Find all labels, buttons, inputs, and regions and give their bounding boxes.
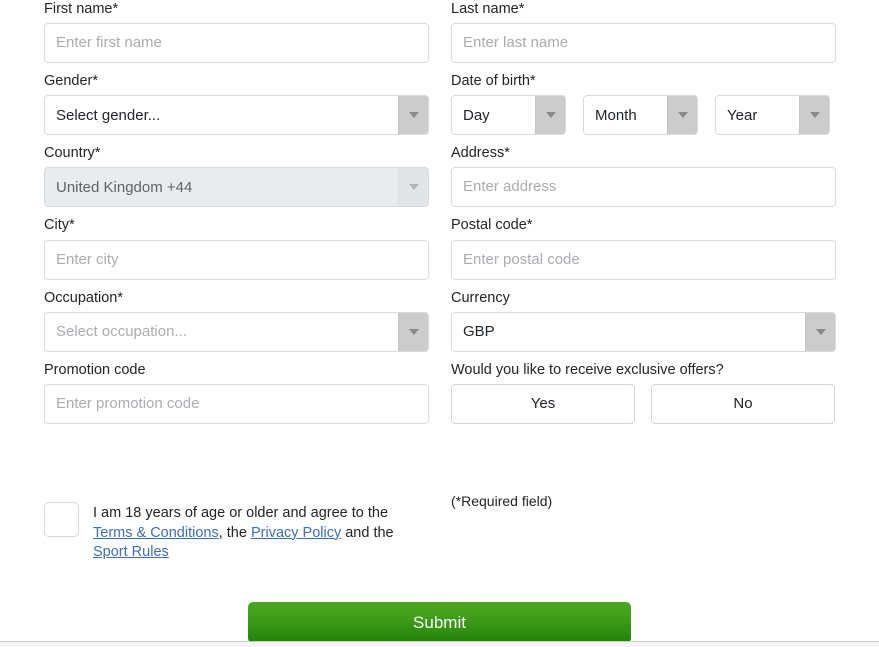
- field-group-city: City* Enter city: [44, 216, 429, 288]
- form-bottom-section: I am 18 years of age or older and agree …: [44, 489, 836, 563]
- gender-select-value: Select gender...: [56, 106, 161, 124]
- field-group-currency: Currency GBP: [451, 289, 836, 361]
- dob-month-select[interactable]: Month: [583, 95, 698, 136]
- last-name-label: Last name*: [451, 1, 525, 17]
- registration-form: First name* Enter first name Last name* …: [44, 0, 836, 433]
- field-group-country: Country* United Kingdom +44: [44, 144, 429, 216]
- address-label: Address*: [451, 145, 510, 162]
- gender-select-arrow-button[interactable]: [398, 96, 428, 135]
- chevron-down-icon: [815, 328, 826, 335]
- footer-divider: [0, 641, 879, 647]
- terms-text-part-1: I am 18 years of age or older and agree …: [93, 505, 389, 521]
- currency-select-arrow-button[interactable]: [805, 312, 835, 351]
- currency-label: Currency: [451, 289, 510, 306]
- form-row-names: First name* Enter first name Last name* …: [44, 0, 836, 72]
- registration-form-page: First name* Enter first name Last name* …: [0, 0, 879, 647]
- address-input[interactable]: Enter address: [451, 167, 836, 208]
- chevron-down-icon: [545, 112, 556, 119]
- terms-and-conditions-link[interactable]: Terms & Conditions: [93, 525, 219, 541]
- exclusive-offers-yes-button[interactable]: Yes: [451, 383, 635, 424]
- submit-button[interactable]: Submit: [248, 602, 631, 643]
- terms-text-part-3: and the: [341, 524, 394, 541]
- field-group-exclusive-offers: Would you like to receive exclusive offe…: [451, 361, 836, 433]
- field-group-promotion-code: Promotion code Enter promotion code: [44, 361, 429, 433]
- form-row-city-postal: City* Enter city Postal code* Enter post…: [44, 216, 836, 288]
- address-placeholder: Enter address: [463, 178, 557, 196]
- dob-month-value: Month: [595, 106, 637, 124]
- form-row-occupation-currency: Occupation* Select occupation... Currenc…: [44, 289, 836, 361]
- terms-agreement-text: I am 18 years of age or older and agree …: [93, 502, 403, 563]
- terms-text-part-2: , the: [218, 524, 251, 541]
- form-row-promo-offers: Promotion code Enter promotion code Woul…: [44, 361, 836, 433]
- exclusive-offers-no-button[interactable]: No: [651, 383, 835, 424]
- gender-select[interactable]: Select gender...: [44, 95, 429, 136]
- dob-year-select[interactable]: Year: [715, 95, 830, 136]
- country-label: Country*: [44, 145, 101, 162]
- currency-select-value: GBP: [463, 323, 495, 341]
- postal-code-label: Postal code*: [451, 217, 533, 234]
- promotion-code-placeholder: Enter promotion code: [56, 394, 200, 412]
- field-group-occupation: Occupation* Select occupation...: [44, 289, 429, 361]
- promotion-code-input[interactable]: Enter promotion code: [44, 383, 429, 424]
- sport-rules-link[interactable]: Sport Rules: [93, 544, 169, 560]
- dob-label: Date of birth*: [451, 73, 536, 90]
- gender-label: Gender*: [44, 73, 99, 90]
- occupation-label: Occupation*: [44, 289, 123, 306]
- dob-month-arrow-button[interactable]: [667, 96, 697, 135]
- country-select[interactable]: United Kingdom +44: [44, 167, 429, 208]
- currency-select[interactable]: GBP: [451, 311, 836, 352]
- field-group-last-name: Last name* Enter last name: [451, 0, 836, 72]
- first-name-label: First name*: [44, 1, 119, 17]
- dob-day-value: Day: [463, 106, 490, 124]
- city-placeholder: Enter city: [56, 250, 119, 268]
- field-group-first-name: First name* Enter first name: [44, 0, 429, 72]
- country-select-value: United Kingdom +44: [56, 178, 193, 196]
- city-label: City*: [44, 217, 75, 234]
- first-name-placeholder: Enter first name: [56, 34, 162, 52]
- occupation-select-value: Select occupation...: [56, 323, 187, 341]
- dob-day-select[interactable]: Day: [451, 95, 566, 136]
- chevron-down-icon: [408, 112, 419, 119]
- chevron-down-icon: [408, 184, 419, 191]
- postal-code-input[interactable]: Enter postal code: [451, 239, 836, 280]
- last-name-placeholder: Enter last name: [463, 34, 569, 52]
- postal-code-placeholder: Enter postal code: [463, 250, 580, 268]
- occupation-select-arrow-button[interactable]: [398, 312, 428, 351]
- form-row-country-address: Country* United Kingdom +44 Address* Ent…: [44, 144, 836, 216]
- exclusive-offers-choices: Yes No: [451, 383, 836, 424]
- terms-agreement-group: I am 18 years of age or older and agree …: [44, 489, 429, 563]
- form-row-gender-dob: Gender* Select gender... Date of birth* …: [44, 72, 836, 144]
- field-group-postal-code: Postal code* Enter postal code: [451, 216, 836, 288]
- privacy-policy-link[interactable]: Privacy Policy: [251, 525, 341, 541]
- dob-year-value: Year: [727, 106, 758, 124]
- chevron-down-icon: [677, 112, 688, 119]
- city-input[interactable]: Enter city: [44, 239, 429, 280]
- terms-agreement-checkbox[interactable]: [44, 502, 79, 537]
- dob-day-arrow-button[interactable]: [535, 96, 565, 135]
- occupation-select[interactable]: Select occupation...: [44, 311, 429, 352]
- chevron-down-icon: [408, 328, 419, 335]
- field-group-address: Address* Enter address: [451, 144, 836, 216]
- first-name-input[interactable]: Enter first name: [44, 23, 429, 64]
- promotion-code-label: Promotion code: [44, 361, 146, 378]
- submit-button-container: Submit: [0, 602, 879, 643]
- chevron-down-icon: [809, 112, 820, 119]
- last-name-input[interactable]: Enter last name: [451, 23, 836, 64]
- dob-selects: Day Month Year: [451, 95, 836, 136]
- required-field-note: (*Required field): [451, 493, 553, 509]
- country-select-arrow-button[interactable]: [398, 168, 428, 207]
- exclusive-offers-label: Would you like to receive exclusive offe…: [451, 361, 724, 378]
- field-group-gender: Gender* Select gender...: [44, 72, 429, 144]
- field-group-dob: Date of birth* Day Month Year: [451, 72, 836, 144]
- dob-year-arrow-button[interactable]: [799, 96, 829, 135]
